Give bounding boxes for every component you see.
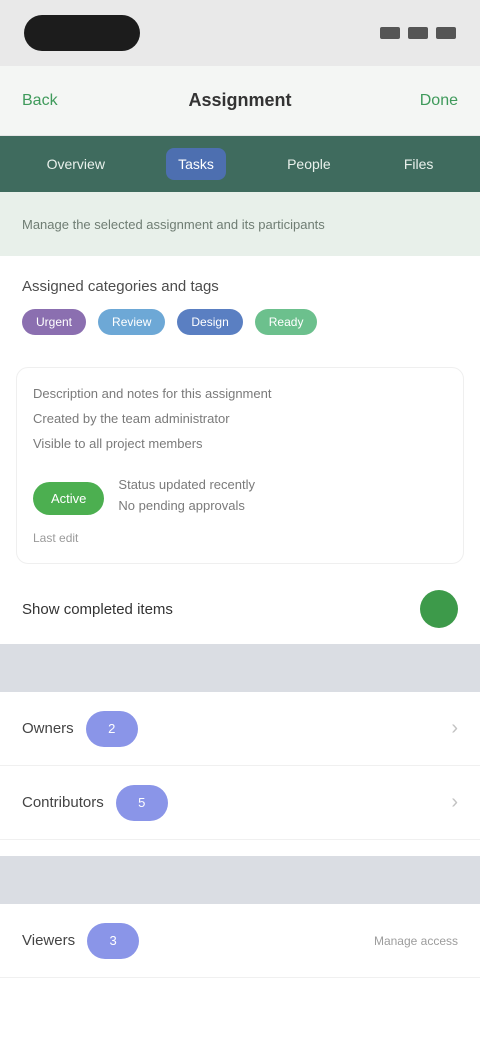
chevron-right-icon: ›	[451, 791, 458, 813]
page-title: Assignment	[188, 90, 292, 110]
list-item-label: Owners	[22, 720, 74, 737]
tab-people[interactable]: People	[275, 148, 343, 180]
back-button[interactable]: Back	[22, 92, 92, 110]
details-card: Description and notes for this assignmen…	[16, 367, 464, 564]
section-divider	[0, 644, 480, 692]
battery-icon	[436, 27, 456, 39]
tab-bar: Overview Tasks People Files	[0, 136, 480, 192]
app-header: Back Assignment Done	[0, 66, 480, 136]
chip-list: Urgent Review Design Ready	[22, 309, 458, 335]
count-badge: 2	[85, 710, 138, 747]
section-divider	[0, 856, 480, 904]
section-title: Assigned categories and tags	[22, 278, 219, 295]
chip-urgent[interactable]: Urgent	[22, 309, 87, 335]
list-item-label: Contributors	[22, 794, 104, 811]
tags-section: Assigned categories and tags Urgent Revi…	[0, 256, 480, 349]
count-badge: 3	[87, 922, 140, 959]
status-line: Status updated recently	[118, 477, 255, 492]
list-item[interactable]: Owners 2 ›	[0, 692, 480, 766]
toggle-label: Show completed items	[22, 600, 173, 618]
list-item[interactable]: Viewers 3 Manage access	[0, 904, 480, 978]
wifi-icon	[408, 27, 428, 39]
status-icons	[380, 27, 456, 39]
toggle-row[interactable]: Show completed items	[22, 590, 458, 628]
card-foot: Last edit	[33, 531, 79, 545]
dynamic-island	[24, 15, 140, 51]
tab-overview[interactable]: Overview	[35, 148, 117, 180]
status-row: Active Status updated recently No pendin…	[33, 477, 447, 519]
status-line: No pending approvals	[118, 498, 245, 513]
signal-icon	[380, 27, 400, 39]
list-item[interactable]: Contributors 5 ›	[0, 766, 480, 840]
chip-ready[interactable]: Ready	[254, 309, 318, 335]
status-text: Status updated recently No pending appro…	[118, 477, 255, 519]
chip-review[interactable]: Review	[98, 309, 166, 335]
status-badge[interactable]: Active	[33, 481, 105, 515]
toggle-switch[interactable]	[420, 590, 458, 628]
manage-access-link[interactable]: Manage access	[374, 934, 458, 948]
tab-files[interactable]: Files	[392, 148, 446, 180]
subheader: Manage the selected assignment and its p…	[0, 192, 480, 256]
card-line: Visible to all project members	[33, 436, 203, 451]
list-item-label: Viewers	[22, 932, 76, 949]
chevron-right-icon: ›	[451, 717, 458, 739]
tab-tasks[interactable]: Tasks	[166, 148, 226, 180]
card-line: Created by the team administrator	[33, 411, 230, 426]
done-button[interactable]: Done	[388, 92, 458, 110]
card-line: Description and notes for this assignmen…	[33, 386, 272, 401]
count-badge: 5	[115, 784, 168, 821]
chip-design[interactable]: Design	[177, 309, 243, 335]
status-bar	[0, 0, 480, 66]
